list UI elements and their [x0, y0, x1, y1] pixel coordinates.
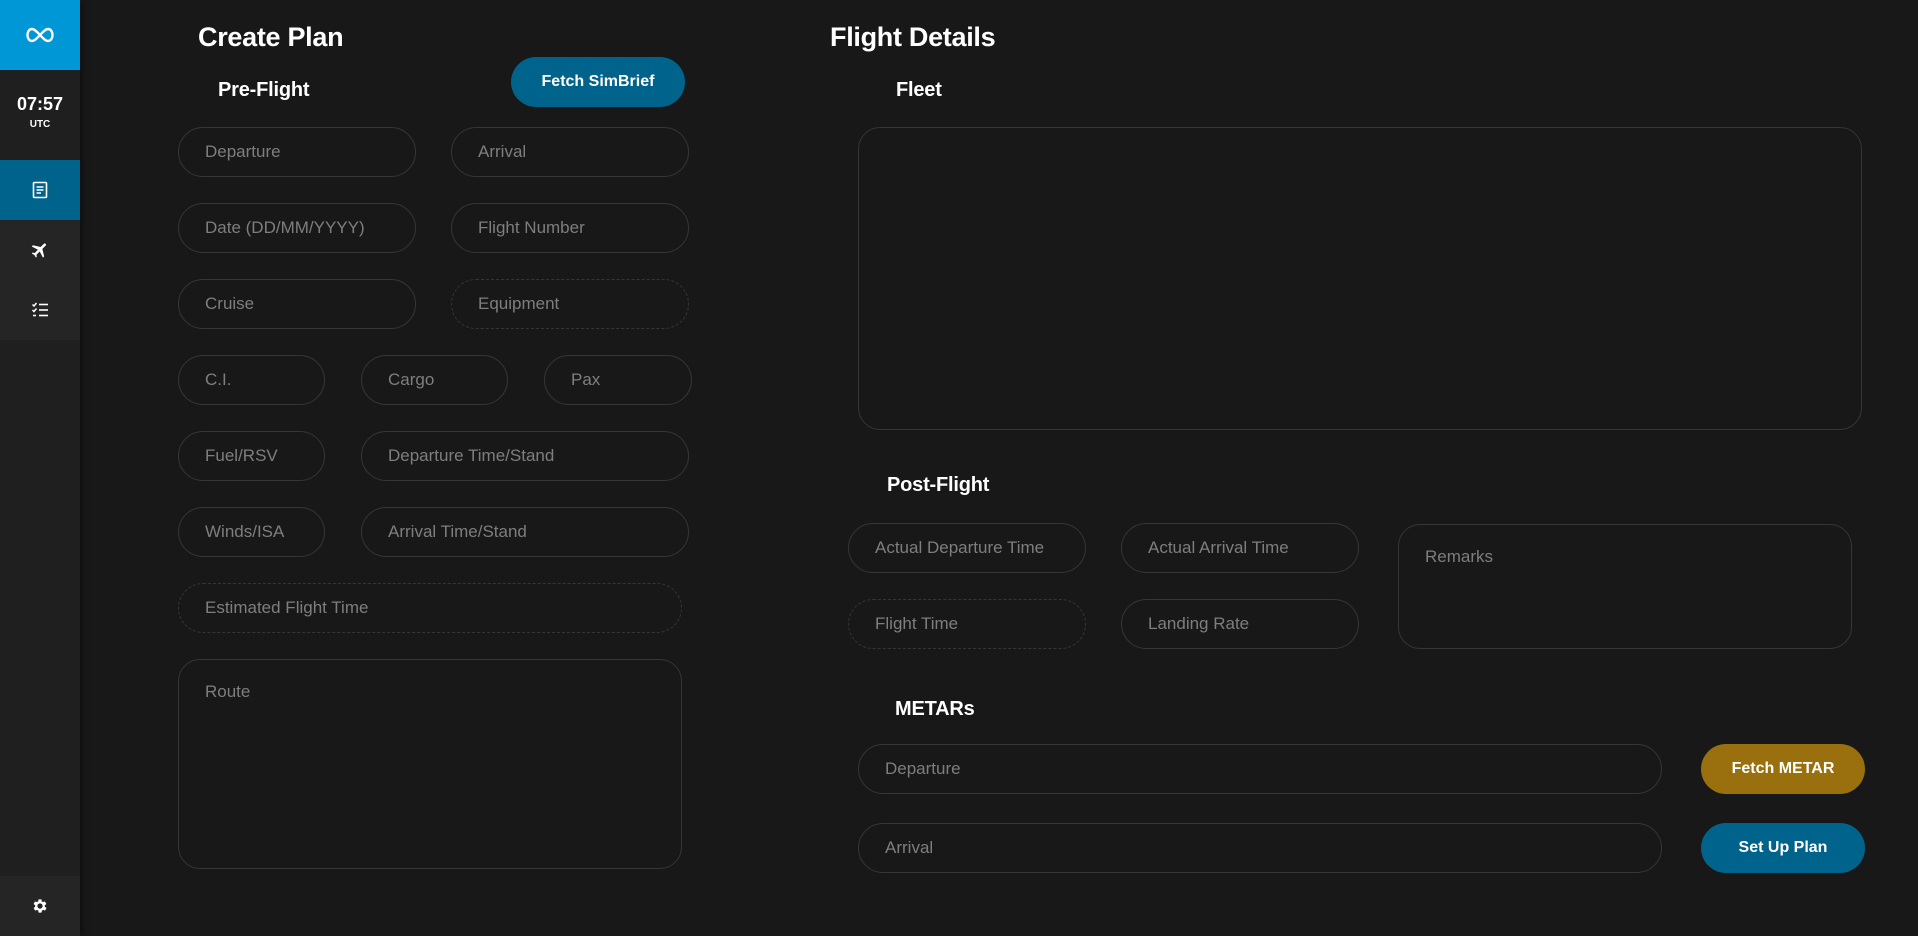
set-up-plan-button[interactable]: Set Up Plan	[1701, 823, 1865, 873]
fleet-title: Fleet	[896, 79, 942, 101]
cruise-field[interactable]: Cruise	[178, 279, 416, 329]
cargo-field[interactable]: Cargo	[361, 355, 508, 405]
gear-icon	[33, 899, 47, 913]
nav-item-flight[interactable]	[0, 220, 80, 280]
actual-arrival-time-field[interactable]: Actual Arrival Time	[1121, 523, 1359, 573]
document-icon	[32, 181, 48, 199]
logo[interactable]	[0, 0, 80, 70]
equipment-field: Equipment	[451, 279, 689, 329]
nav-item-checklist[interactable]	[0, 280, 80, 340]
winds-isa-field[interactable]: Winds/ISA	[178, 507, 325, 557]
metar-departure-field[interactable]: Departure	[858, 744, 1662, 794]
landing-rate-field[interactable]: Landing Rate	[1121, 599, 1359, 649]
flight-details-title: Flight Details	[830, 22, 996, 52]
nav-item-create-plan[interactable]	[0, 160, 80, 220]
settings-button[interactable]	[0, 876, 80, 936]
flight-time-field: Flight Time	[848, 599, 1086, 649]
date-field[interactable]: Date (DD/MM/YYYY)	[178, 203, 416, 253]
remarks-textarea[interactable]: Remarks	[1398, 524, 1852, 649]
fleet-panel	[858, 127, 1862, 430]
arrival-time-stand-field[interactable]: Arrival Time/Stand	[361, 507, 689, 557]
cost-index-field[interactable]: C.I.	[178, 355, 325, 405]
utc-clock: 07:57 UTC	[0, 94, 80, 130]
metar-arrival-field[interactable]: Arrival	[858, 823, 1662, 873]
departure-field[interactable]: Departure	[178, 127, 416, 177]
preflight-title: Pre-Flight	[218, 79, 310, 101]
fuel-rsv-field[interactable]: Fuel/RSV	[178, 431, 325, 481]
fetch-metar-button[interactable]: Fetch METAR	[1701, 744, 1865, 794]
arrival-field[interactable]: Arrival	[451, 127, 689, 177]
infinity-icon	[26, 27, 54, 43]
actual-departure-time-field[interactable]: Actual Departure Time	[848, 523, 1086, 573]
create-plan-title: Create Plan	[198, 22, 344, 52]
flight-number-field[interactable]: Flight Number	[451, 203, 689, 253]
route-textarea[interactable]: Route	[178, 659, 682, 869]
sidebar: 07:57 UTC	[0, 0, 80, 936]
postflight-title: Post-Flight	[887, 474, 990, 496]
airplane-icon	[31, 243, 46, 258]
departure-time-stand-field[interactable]: Departure Time/Stand	[361, 431, 689, 481]
metars-title: METARs	[895, 698, 975, 720]
clock-timezone: UTC	[29, 119, 51, 130]
estimated-flight-time-field: Estimated Flight Time	[178, 583, 682, 633]
fetch-simbrief-button[interactable]: Fetch SimBrief	[511, 57, 685, 107]
checklist-icon	[31, 302, 48, 317]
clock-time: 07:57	[16, 94, 64, 114]
pax-field[interactable]: Pax	[544, 355, 692, 405]
